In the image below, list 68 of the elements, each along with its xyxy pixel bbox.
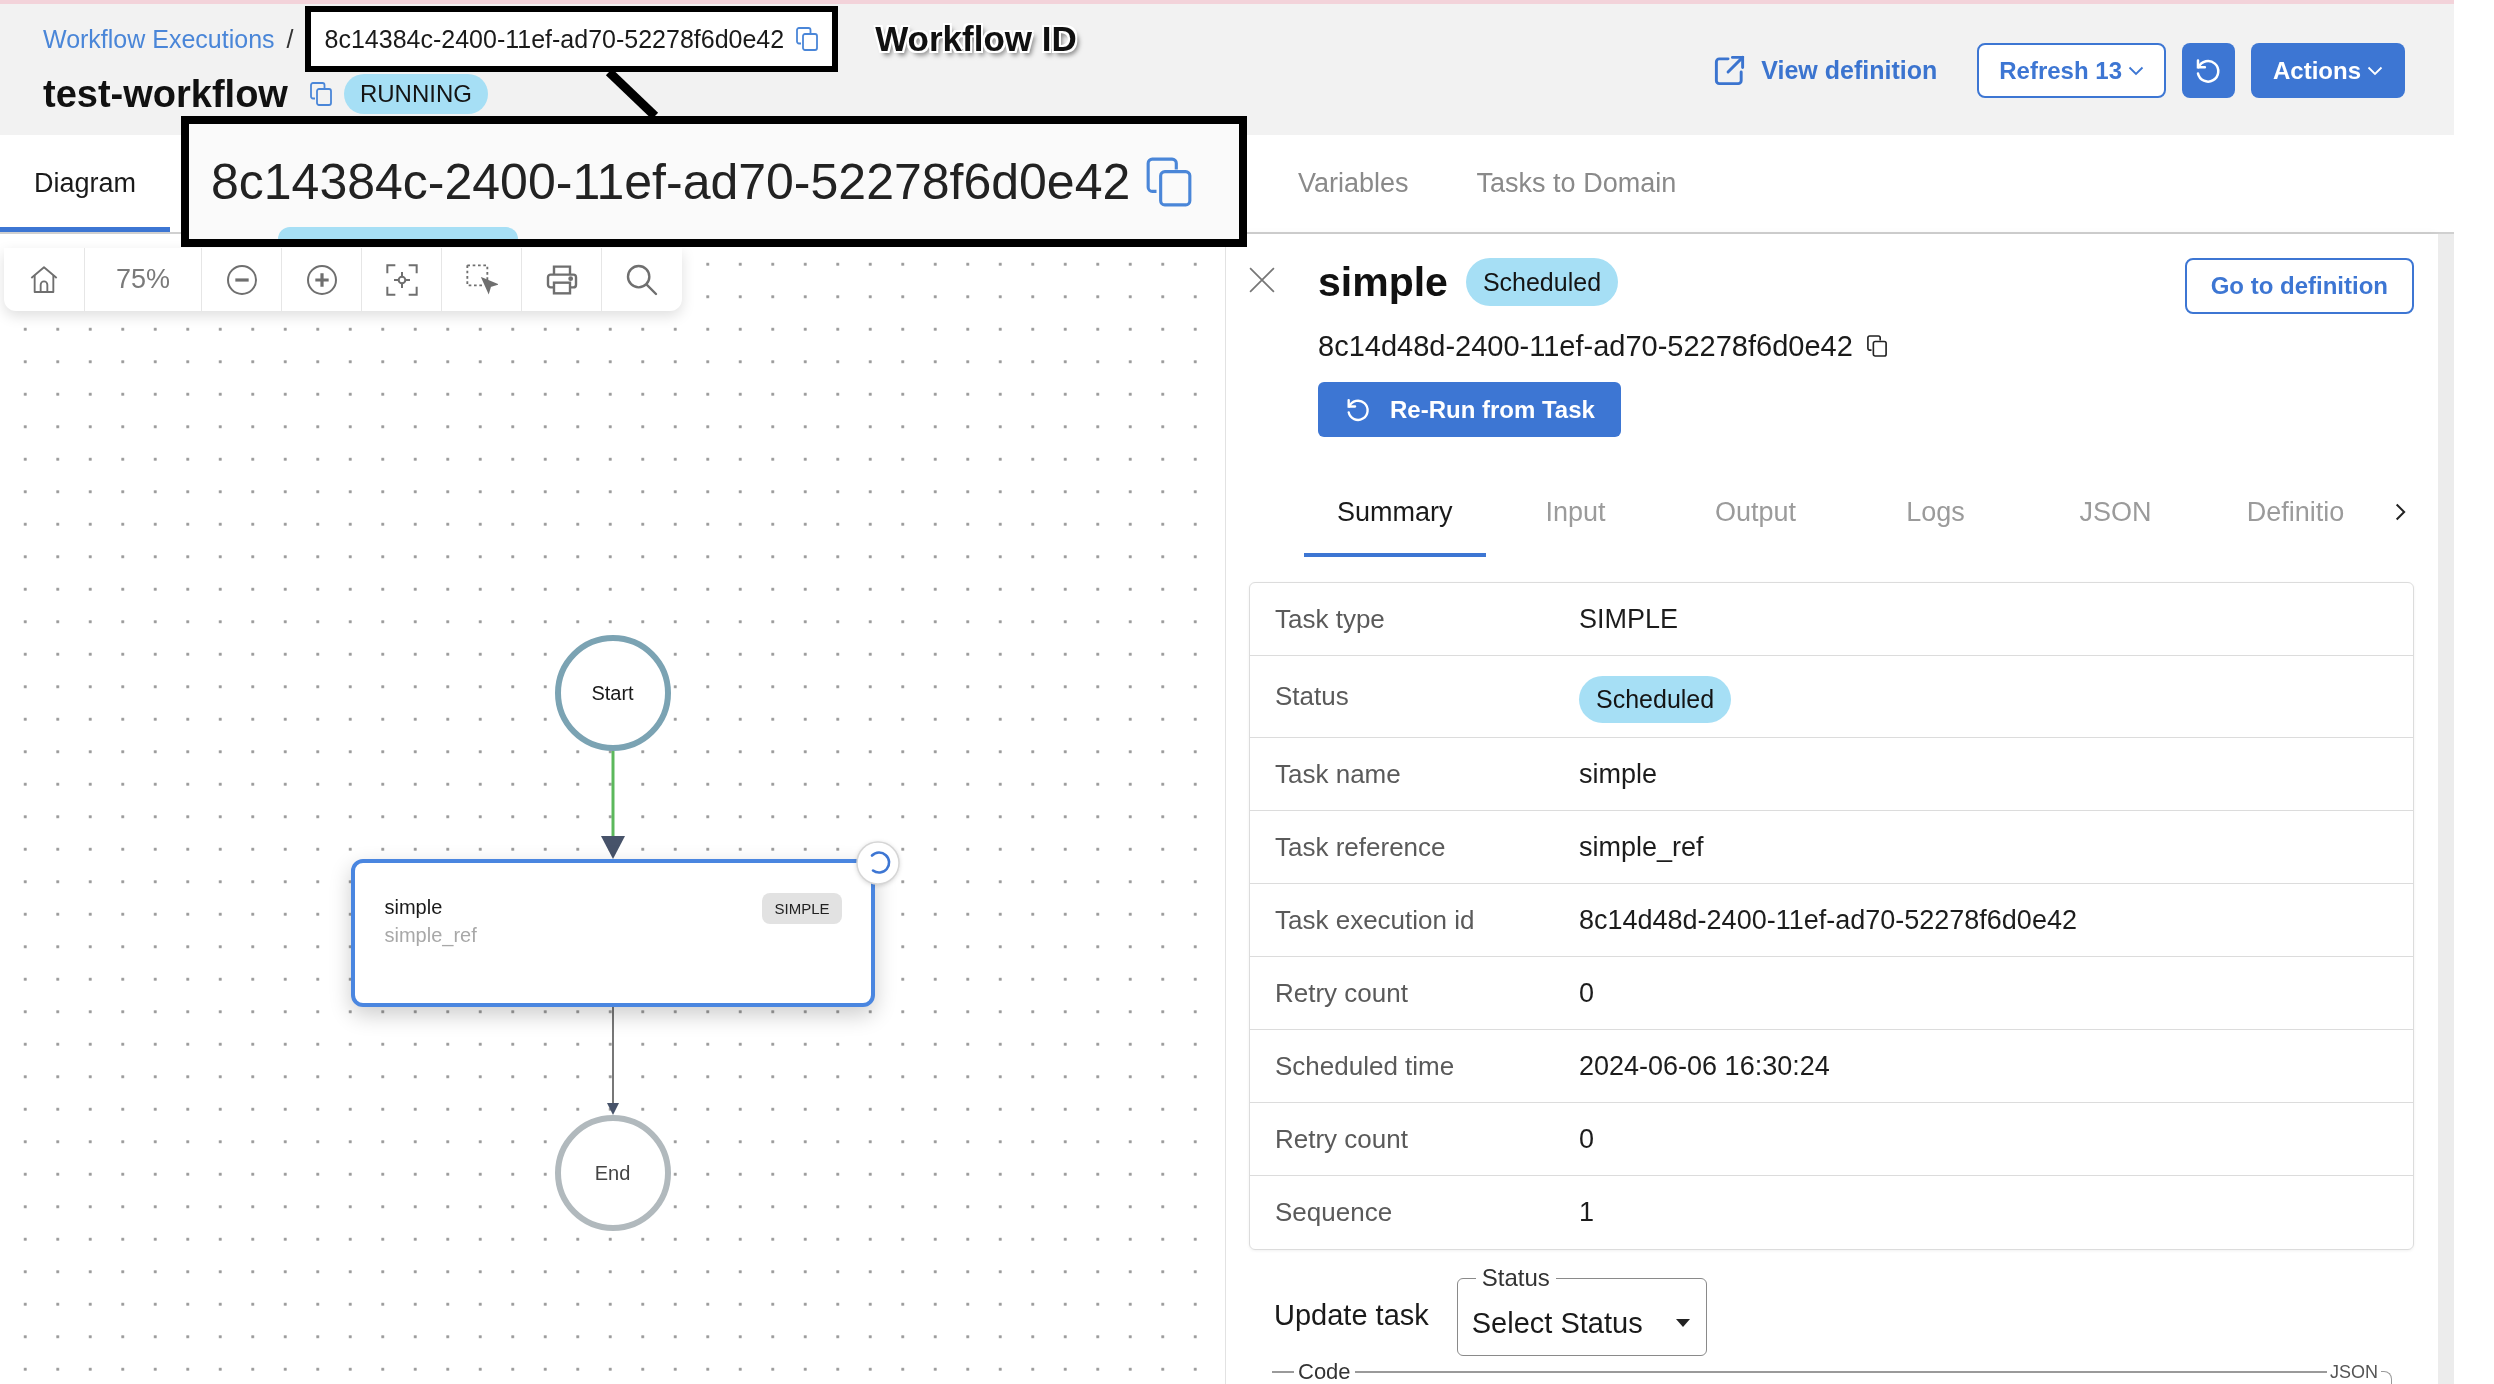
task-id: 8c14d48d-2400-11ef-ad70-52278f6d0e42 [1318,329,1853,363]
field-value: simple_ref [1579,831,1705,863]
field-value: 8c14d48d-2400-11ef-ad70-52278f6d0e42 [1579,904,2078,936]
field-value: 0 [1579,1123,1596,1155]
breadcrumb-separator: / [286,24,294,54]
view-definition-link[interactable]: View definition [1712,53,1938,88]
tab[interactable]: Diagram [0,135,171,232]
task-title: simple [1318,258,1448,306]
field-label: Task reference [1275,831,1447,863]
tab[interactable]: Variables [1264,135,1443,232]
task-reference: simple_ref [384,923,477,949]
rerun-button[interactable]: Re-Run from Task [1318,382,1621,437]
focus-icon [385,263,418,296]
field-label: Sequence [1275,1197,1394,1228]
task-node[interactable]: simple simple_ref SIMPLE [350,859,875,1007]
field-label: Scheduled time [1275,1050,1456,1082]
tab[interactable]: Definitio [2205,467,2386,557]
refresh-button[interactable] [2182,43,2235,98]
zoom-in-icon [305,263,338,296]
field-label: Task execution id [1275,904,1476,936]
callout-id-text: 8c14384c-2400-11ef-ad70-52278f6d0e42 [211,152,1131,212]
breadcrumb-id: 8c14384c-2400-11ef-ad70-52278f6d0e42 [324,24,785,55]
end-node[interactable]: End [554,1115,671,1231]
start-node[interactable]: Start [554,635,671,751]
refresh-interval-button[interactable]: Refresh 13 [1977,43,2166,98]
code-editor[interactable]: Code JSON [1249,1360,2414,1384]
tab[interactable]: JSON [2025,467,2206,557]
field-value: simple [1579,758,1659,790]
task-type-badge: SIMPLE [762,893,842,924]
status-badge: Scheduled [1579,676,1732,723]
zoom-out-icon [225,263,258,296]
tab[interactable]: Output [1665,467,1846,557]
tab[interactable]: Summary [1304,467,1486,557]
field-value: 1 [1579,1197,1596,1228]
chevron-down-icon [2367,65,2383,76]
field-label: Task type [1275,603,1386,635]
close-icon[interactable] [1249,267,1275,293]
field-label: Retry count [1275,977,1409,1009]
tab[interactable]: Input [1485,467,1666,557]
zoom-level[interactable]: 75% [85,248,202,311]
copy-icon [1146,156,1193,207]
go-to-definition-button[interactable]: Go to definition [2184,258,2414,314]
callout-label: Workflow ID [875,18,1077,60]
scrollbar[interactable] [2438,234,2454,1384]
field-label: Status [1275,681,1350,712]
field-label: Status [1480,1264,1551,1292]
print-icon [545,263,578,296]
status-badge: Scheduled [1465,258,1619,306]
field-value: 0 [1579,977,1596,1009]
breadcrumb-link[interactable]: Workflow Executions [43,24,275,54]
workflow-title: test-workflow [43,74,288,114]
select-area-icon [465,263,498,296]
field-label: Task name [1275,758,1402,790]
search-icon [626,263,658,296]
field-value: 2024-06-06 16:30:24 [1579,1050,1831,1082]
language-label: JSON [2330,1361,2378,1384]
copy-icon[interactable] [1866,335,1887,357]
tab[interactable]: Tasks to Domain [1442,135,1711,232]
actions-button[interactable]: Actions [2251,43,2405,98]
field-label: Retry count [1275,1123,1409,1155]
field-value: SIMPLE [1579,603,1680,635]
update-task-label: Update task [1273,1298,1429,1332]
code-label: Code [1298,1360,1351,1384]
tab[interactable]: Logs [1845,467,2026,557]
task-name: simple [384,895,444,920]
chevron-down-icon [2128,65,2144,76]
caret-down-icon [1675,1319,1690,1327]
status-badge: RUNNING [343,74,488,114]
